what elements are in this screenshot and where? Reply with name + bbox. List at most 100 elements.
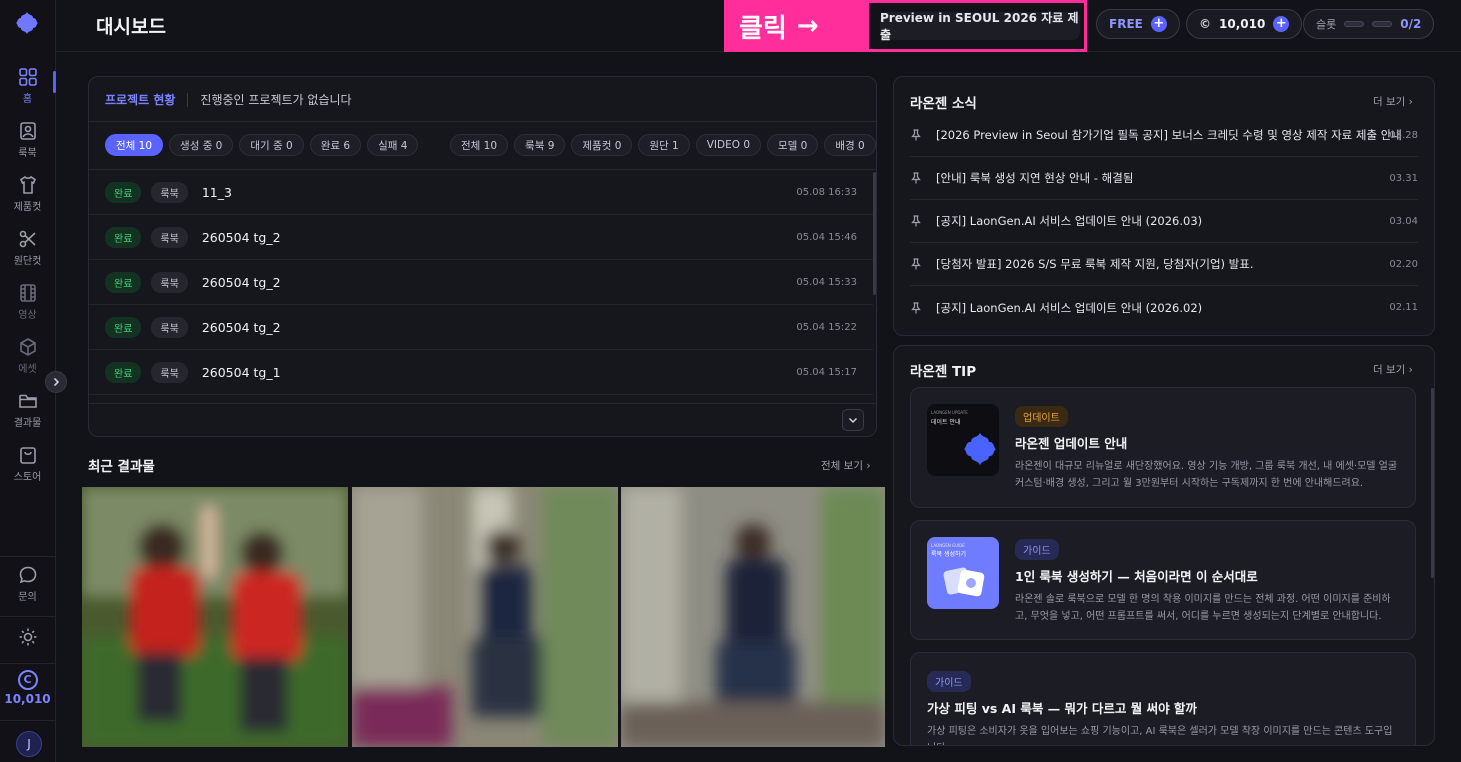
tip-title: 라온젠 업데이트 안내 (1015, 436, 1128, 451)
project-header: 프로젝트 현황 진행중인 프로젝트가 없습니다 (105, 91, 352, 108)
news-item[interactable]: [공지] LaonGen.AI 서비스 업데이트 안내 (2026.02) 02… (910, 286, 1418, 329)
result-thumbnail[interactable] (352, 487, 618, 747)
sidebar-credits[interactable]: C 10,010 (0, 670, 55, 706)
project-time: 05.08 16:33 (796, 186, 857, 198)
slot-indicator (1344, 21, 1365, 27)
bag-icon (19, 447, 36, 464)
sidebar-item-help[interactable]: 문의 (0, 565, 55, 613)
result-thumbnail[interactable] (82, 487, 348, 747)
thumbnail-caption: LAONGEN GUIDE (931, 543, 965, 548)
table-row[interactable]: 완료 룩북 260504 tg_1 05.04 15:17 (89, 350, 873, 395)
tip-card[interactable]: LAONGEN UPDATE 데이트 안내 업데이트 라온젠 업데이트 안내 라… (910, 387, 1416, 508)
status-filter-done[interactable]: 완료 6 (309, 134, 362, 156)
scrollbar[interactable] (873, 172, 876, 295)
type-filter-group: 전체 10 룩북 9 제품컷 0 원단 1 VIDEO 0 모델 0 배경 0 (450, 134, 876, 156)
table-row[interactable]: 완료 룩북 260504 tg_2 05.04 15:22 (89, 305, 873, 350)
divider (0, 616, 55, 617)
theme-toggle[interactable] (0, 627, 55, 675)
news-item[interactable]: [당첨자 발표] 2026 S/S 무료 룩북 제작 지원, 당첨자(기업) 발… (910, 243, 1418, 286)
sidebar-item-store[interactable]: 스토어 (0, 445, 55, 493)
table-row[interactable]: 완료 룩북 11_3 05.08 16:33 (89, 170, 873, 215)
tip-card[interactable]: 가이드 가상 피팅 vs AI 룩북 — 뭐가 다르고 뭘 써야 할까 가상 피… (910, 652, 1416, 745)
tips-more-link[interactable]: 더 보기 › (1373, 362, 1413, 377)
divider (0, 556, 55, 557)
result-image (82, 487, 348, 747)
shirt-icon (19, 175, 36, 194)
sidebar-expand-button[interactable] (45, 371, 67, 393)
sidebar-item-video[interactable]: 영상 (0, 283, 55, 331)
news-item[interactable]: [안내] 룩북 생성 지연 현상 안내 - 해결됨 03.31 (910, 157, 1418, 200)
tab-project-status[interactable]: 프로젝트 현황 (105, 91, 175, 108)
divider (0, 720, 55, 721)
pin-icon (911, 129, 921, 141)
type-filter-lookbook[interactable]: 룩북 9 (514, 134, 566, 156)
guide-badge: 가이드 (927, 671, 971, 692)
tips-panel: 라온젠 TIP 더 보기 › LAONGEN UPDATE 데이트 안내 업데이… (893, 345, 1435, 746)
sun-icon (19, 628, 36, 646)
type-filter-fabric[interactable]: 원단 1 (638, 134, 690, 156)
expand-list-button[interactable] (842, 409, 864, 431)
plus-icon[interactable]: + (1150, 16, 1167, 32)
tip-card[interactable]: LAONGEN GUIDE 룩북 생성하기 가이드 1인 룩북 생성하기 — 처… (910, 520, 1416, 640)
project-time: 05.04 15:22 (796, 321, 857, 333)
status-filter-waiting[interactable]: 대기 중 0 (239, 134, 304, 156)
credits-value: 10,010 (1219, 17, 1266, 31)
scissors-icon (19, 230, 36, 248)
credits-pill[interactable]: © 10,010 + (1186, 9, 1303, 39)
sidebar-item-label: 영상 (18, 310, 37, 321)
news-more-link[interactable]: 더 보기 › (1373, 94, 1413, 109)
status-filter-all[interactable]: 전체 10 (105, 134, 164, 156)
type-filter-video[interactable]: VIDEO 0 (695, 134, 762, 156)
news-item-title: [안내] 룩북 생성 지연 현상 안내 - 해결됨 (936, 171, 1134, 185)
sidebar-item-lookbook[interactable]: 룩북 (0, 121, 55, 169)
type-filter-product[interactable]: 제품컷 0 (571, 134, 633, 156)
preview-submit-button[interactable]: Preview in SEOUL 2026 자료 제출 (880, 11, 1080, 42)
plan-badge[interactable]: FREE + (1096, 9, 1180, 39)
sidebar-item-label: 스토어 (13, 472, 42, 483)
slot-pill[interactable]: 슬롯 0/2 (1303, 9, 1435, 39)
news-item-date: 02.20 (1389, 258, 1418, 270)
photos-icon (943, 567, 985, 597)
news-item-title: [공지] LaonGen.AI 서비스 업데이트 안내 (2026.03) (936, 214, 1203, 228)
divider (89, 403, 876, 404)
chevron-down-icon (848, 417, 858, 424)
copyright-credit-icon: © (1199, 17, 1211, 31)
project-empty-text: 진행중인 프로젝트가 없습니다 (200, 93, 352, 107)
project-name: 260504 tg_2 (201, 319, 281, 335)
credit-icon: C (17, 670, 38, 690)
tip-description: 라온젠 솔로 룩북으로 모델 한 명의 착용 이미지를 만드는 전체 과정. 어… (1015, 594, 1391, 622)
sidebar-item-results[interactable]: 결과물 (0, 391, 55, 439)
status-filter-generating[interactable]: 생성 중 0 (169, 134, 234, 156)
recent-results-more-link[interactable]: 전체 보기 › (821, 458, 871, 473)
click-annotation-label: 클릭 → (727, 3, 869, 49)
status-filter-group: 전체 10 생성 중 0 대기 중 0 완료 6 실패 4 (105, 134, 419, 156)
result-thumbnail[interactable] (621, 487, 885, 747)
scrollbar[interactable] (1431, 388, 1434, 578)
thumbnail-title: 데이트 안내 (931, 419, 961, 426)
status-filter-failed[interactable]: 실패 4 (367, 134, 419, 156)
news-item-title: [2026 Preview in Seoul 참가기업 필독 공지] 보너스 크… (936, 128, 1402, 142)
project-status-panel: 프로젝트 현황 진행중인 프로젝트가 없습니다 전체 10 생성 중 0 대기 … (88, 76, 877, 437)
page-title: 대시보드 (96, 16, 166, 38)
pin-icon (911, 215, 921, 227)
sidebar-item-product[interactable]: 제품컷 (0, 175, 55, 223)
laongen-logo (963, 432, 997, 466)
type-filter-background[interactable]: 배경 0 (824, 134, 876, 156)
sidebar-item-label: 원단컷 (13, 256, 42, 267)
type-filter-model[interactable]: 모델 0 (767, 134, 819, 156)
avatar[interactable]: J (16, 731, 42, 757)
tip-description: 라온젠이 대규모 리뉴얼로 새단장했어요. 영상 기능 개방, 그룹 룩북 개선… (1015, 461, 1398, 489)
click-annotation-box: 클릭 → Preview in SEOUL 2026 자료 제출 (724, 0, 1087, 52)
laongen-logo[interactable] (14, 10, 40, 36)
table-row[interactable]: 완료 룩북 260504 tg_2 05.04 15:46 (89, 215, 873, 260)
thumbnail-title: 룩북 생성하기 (931, 551, 967, 558)
sidebar-item-fabric[interactable]: 원단컷 (0, 229, 55, 277)
news-item[interactable]: [공지] LaonGen.AI 서비스 업데이트 안내 (2026.03) 03… (910, 200, 1418, 243)
sidebar-item-label: 에셋 (18, 364, 37, 375)
news-item[interactable]: [2026 Preview in Seoul 참가기업 필독 공지] 보너스 크… (910, 114, 1418, 157)
sidebar-item-home[interactable]: 홈 (0, 67, 56, 115)
slot-label: 슬롯 (1316, 18, 1337, 31)
plus-icon[interactable]: + (1273, 16, 1290, 32)
table-row[interactable]: 완료 룩북 260504 tg_2 05.04 15:33 (89, 260, 873, 305)
type-filter-all[interactable]: 전체 10 (450, 134, 509, 156)
